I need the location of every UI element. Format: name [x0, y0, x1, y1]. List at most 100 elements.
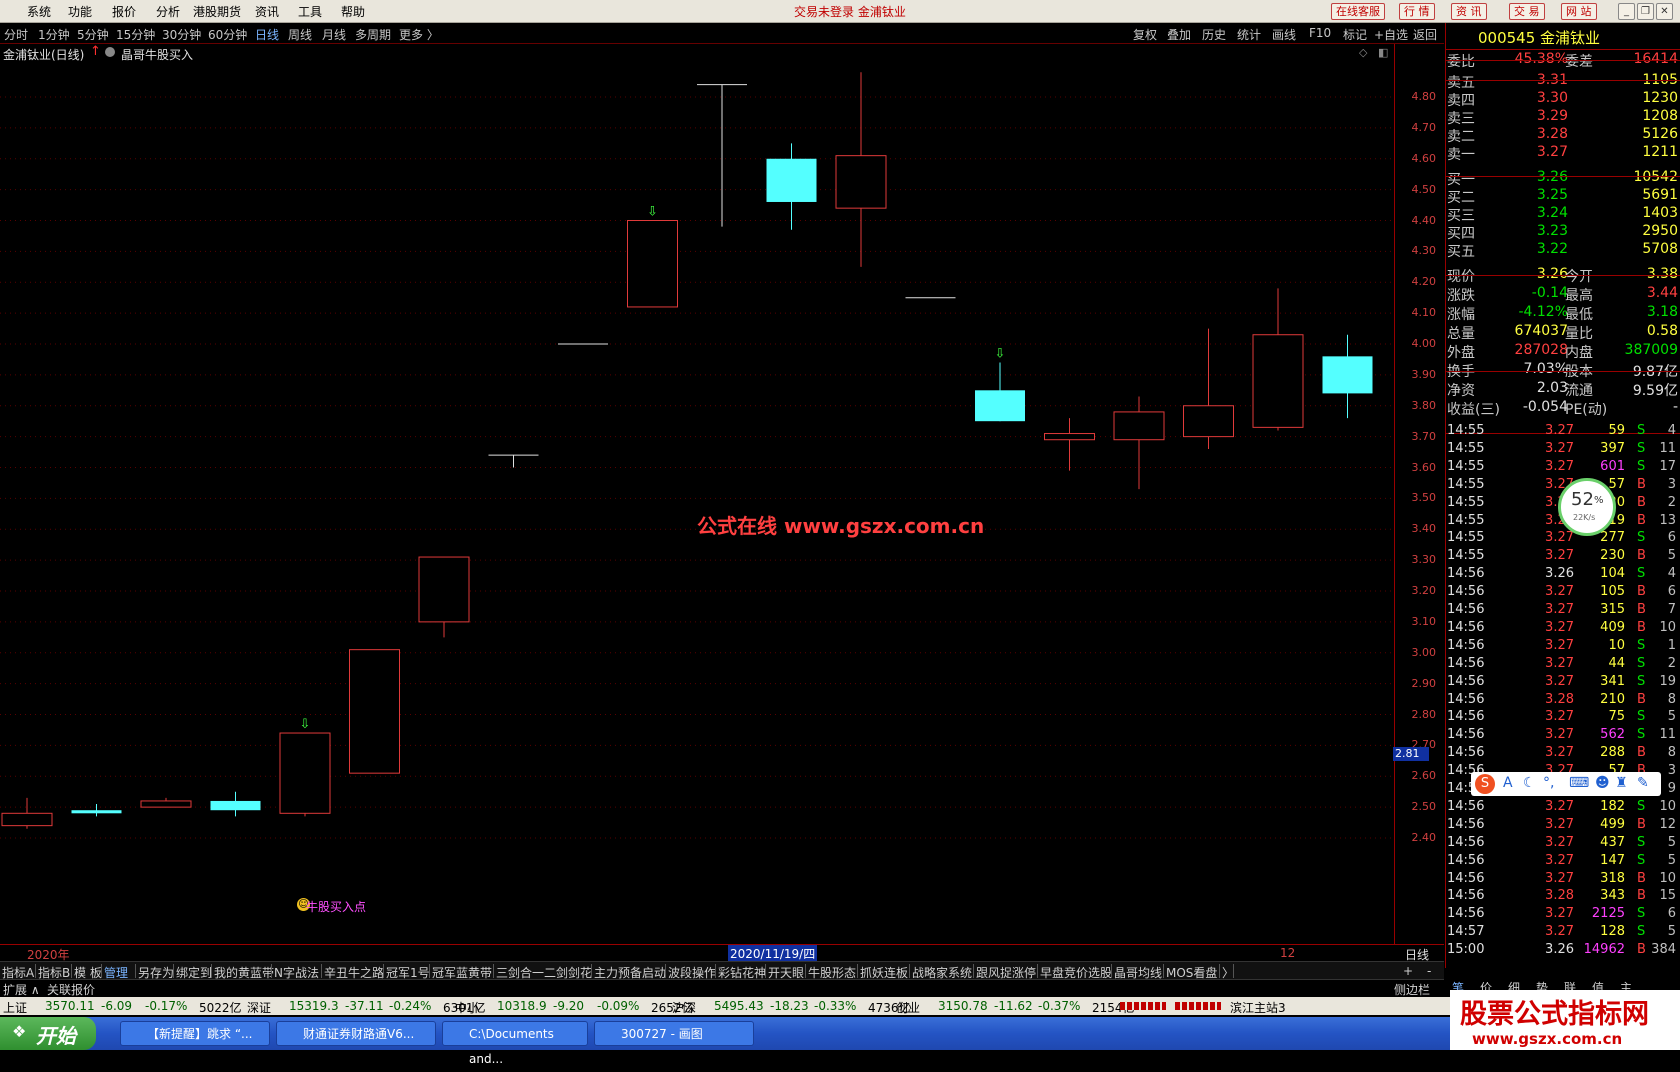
- taskbar-item-paint[interactable]: 300727 - 画图: [594, 1021, 754, 1046]
- online-service-button[interactable]: 在线客服: [1331, 3, 1385, 20]
- date-cursor: 2020/11/19/四: [728, 945, 818, 962]
- tick-side: B: [1637, 512, 1646, 528]
- tick-count: 5: [1667, 852, 1676, 868]
- user-icon[interactable]: ☻: [1595, 775, 1610, 791]
- toolbar-draw[interactable]: 画线: [1272, 26, 1296, 43]
- weibi-label: 委比: [1447, 54, 1475, 70]
- candle-body-up: [140, 800, 192, 808]
- ime-toolbar[interactable]: S A ☾ °, ⌨ ☻ ♜ ✎: [1471, 772, 1661, 796]
- ask-label: 卖一: [1447, 147, 1475, 163]
- server-name[interactable]: 滨江主站3: [1230, 999, 1286, 1016]
- website-button[interactable]: 网 站: [1561, 3, 1597, 20]
- stat-label: 流通: [1565, 383, 1593, 399]
- bid-label: 买二: [1447, 190, 1475, 206]
- period-60min[interactable]: 60分钟: [208, 26, 247, 43]
- menu-item-info[interactable]: 资讯: [255, 3, 279, 20]
- toolbar-f10[interactable]: F10: [1309, 26, 1331, 40]
- menu-item-hk-futures[interactable]: 港股期货: [193, 3, 241, 20]
- tick-side: B: [1637, 548, 1646, 564]
- tick-side: S: [1637, 834, 1646, 850]
- minimize-icon[interactable]: _: [1618, 3, 1635, 20]
- tab-separator: [135, 964, 136, 978]
- ime-letter-icon[interactable]: A: [1503, 775, 1513, 791]
- period-multi[interactable]: 多周期: [355, 26, 391, 43]
- buy-point-label: 牛股买入点: [306, 900, 367, 914]
- skin-icon[interactable]: ♜: [1615, 775, 1628, 791]
- menu-item-tools[interactable]: 工具: [298, 3, 322, 20]
- index-value: 10318.9: [497, 999, 547, 1013]
- tick-count: 4: [1667, 423, 1676, 438]
- toolbar-overlay[interactable]: 叠加: [1167, 26, 1191, 43]
- expand-button[interactable]: 扩展 ∧: [3, 981, 40, 998]
- taskbar-item-browser[interactable]: 【新提醒】跳求 “...: [120, 1021, 270, 1046]
- tick-side: S: [1637, 924, 1646, 940]
- ask-volume: 1208: [1642, 108, 1678, 124]
- candlestick-chart[interactable]: ⇩ ⇩ ⇩: [0, 44, 1394, 944]
- tick-row: 14:55 3.27 230 B 5: [1447, 548, 1678, 566]
- period-1min[interactable]: 1分钟: [38, 26, 70, 43]
- network-speed-widget[interactable]: 52 % 22K/s: [1558, 478, 1616, 536]
- toolbar-add-watch[interactable]: +自选: [1374, 26, 1408, 43]
- tab-add-button[interactable]: +: [1403, 964, 1413, 978]
- toolbar-stats[interactable]: 统计: [1237, 26, 1261, 43]
- period-5min[interactable]: 5分钟: [77, 26, 109, 43]
- tick-price: 3.27: [1545, 423, 1574, 438]
- index-change: -18.23: [770, 999, 809, 1013]
- period-monthly[interactable]: 月线: [322, 26, 346, 43]
- tab-remove-button[interactable]: -: [1427, 964, 1431, 978]
- tick-row: 14:56 3.27 562 S 11: [1447, 727, 1678, 745]
- stock-code-name: 000545 金浦钛业: [1478, 29, 1601, 47]
- stat-label: 今开: [1565, 269, 1593, 285]
- taskbar-item-trading-app[interactable]: 财通证券财路通V6...: [276, 1021, 436, 1046]
- bid-label: 买三: [1447, 208, 1475, 224]
- trade-button[interactable]: 交 易: [1509, 3, 1545, 20]
- tick-count: 9: [1667, 781, 1676, 796]
- tick-count: 3: [1667, 763, 1676, 779]
- period-daily[interactable]: 日线: [255, 26, 279, 43]
- menu-item-system[interactable]: 系统: [27, 3, 51, 20]
- tick-volume: 182: [1600, 798, 1625, 814]
- period-15min[interactable]: 15分钟: [116, 26, 155, 43]
- related-quote-button[interactable]: 关联报价: [47, 981, 95, 998]
- market-button[interactable]: 行 情: [1399, 3, 1435, 20]
- restore-icon[interactable]: ❐: [1637, 3, 1654, 20]
- wrench-icon[interactable]: ✎: [1637, 775, 1649, 791]
- menu-item-help[interactable]: 帮助: [341, 3, 365, 20]
- menu-item-quote[interactable]: 报价: [112, 3, 136, 20]
- toolbar-fuquan[interactable]: 复权: [1133, 26, 1157, 43]
- bid-label: 买四: [1447, 226, 1475, 242]
- period-weekly[interactable]: 周线: [288, 26, 312, 43]
- period-more[interactable]: 更多 〉: [399, 26, 439, 43]
- keyboard-icon[interactable]: ⌨: [1569, 775, 1589, 791]
- news-button[interactable]: 资 讯: [1451, 3, 1487, 20]
- start-button[interactable]: ❖ 开始: [0, 1017, 96, 1050]
- tick-count: 15: [1659, 888, 1676, 904]
- tick-volume: 409: [1600, 619, 1625, 635]
- candle-body-up: [1252, 334, 1304, 428]
- close-icon[interactable]: ✕: [1656, 3, 1673, 20]
- candle-body-up: [835, 155, 887, 209]
- sogou-icon[interactable]: S: [1475, 774, 1495, 794]
- tick-side: B: [1637, 816, 1646, 832]
- period-tick[interactable]: 分时: [4, 26, 28, 43]
- moon-icon[interactable]: ☾: [1523, 775, 1536, 791]
- toolbar-back[interactable]: 返回: [1413, 26, 1437, 43]
- tick-side: S: [1637, 655, 1646, 671]
- period-30min[interactable]: 30分钟: [162, 26, 201, 43]
- candle-body-down: [210, 800, 261, 811]
- index-change: -9.20: [553, 999, 585, 1013]
- tick-side: S: [1637, 530, 1646, 546]
- taskbar-item-explorer[interactable]: C:\Documents and...: [442, 1021, 588, 1066]
- tick-side: S: [1637, 637, 1646, 653]
- stat-label: 最低: [1565, 307, 1593, 323]
- ask-label: 卖二: [1447, 129, 1475, 145]
- toolbar-history[interactable]: 历史: [1202, 26, 1226, 43]
- tick-row: 14:56 3.27 147 S 5: [1447, 853, 1678, 871]
- tab-separator: [271, 964, 272, 978]
- tick-price: 3.27: [1545, 727, 1574, 743]
- menu-item-analysis[interactable]: 分析: [156, 3, 180, 20]
- punct-icon[interactable]: °,: [1543, 775, 1554, 791]
- toolbar-mark[interactable]: 标记: [1343, 26, 1367, 43]
- menu-item-function[interactable]: 功能: [68, 3, 92, 20]
- tick-side: B: [1637, 870, 1646, 886]
